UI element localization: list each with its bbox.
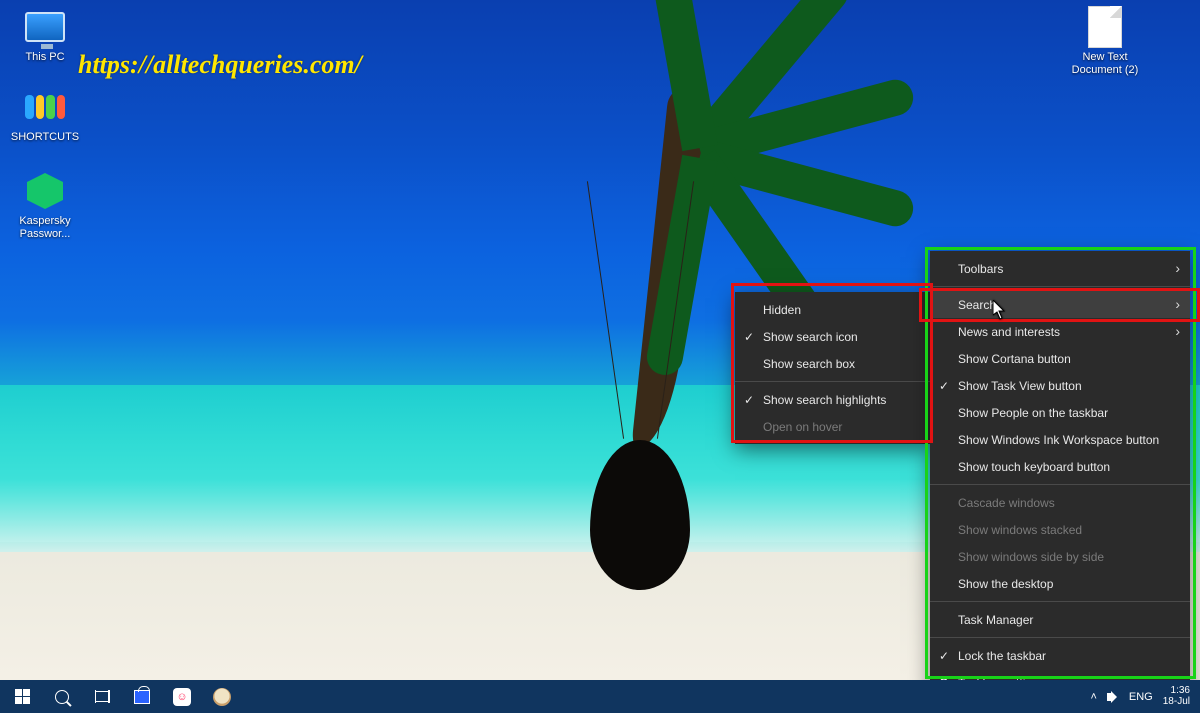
menu-item-label: Show Windows Ink Workspace button [958, 433, 1159, 447]
desktop-icon-label: New Text Document (2) [1060, 51, 1150, 76]
desktop-icon-new-text-document[interactable]: New Text Document (2) [1060, 6, 1150, 76]
clock-date: 18-Jul [1163, 697, 1190, 708]
menu-item-label: Show windows stacked [958, 523, 1082, 537]
menu-item-label: Show search icon [763, 330, 858, 344]
desktop-icon-label: Kaspersky Passwor... [6, 215, 84, 240]
menu-item-search[interactable]: Search [930, 291, 1190, 318]
menu-item-label: News and interests [958, 325, 1060, 339]
menu-item-label: Search [958, 298, 996, 312]
system-tray: ˄ ENG 1:36 18-Jul [1082, 680, 1198, 713]
menu-item-label: Show touch keyboard button [958, 460, 1110, 474]
menu-item-cascade-windows: Cascade windows [930, 489, 1190, 516]
menu-item-label: Hidden [763, 303, 801, 317]
menu-item-label: Show windows side by side [958, 550, 1104, 564]
task-view-icon [95, 691, 110, 702]
watermark-url: https://alltechqueries.com/ [78, 50, 362, 80]
desktop-icon-this-pc[interactable]: This PC [6, 6, 84, 64]
taskbar-app-paint[interactable] [202, 680, 242, 713]
clock[interactable]: 1:36 18-Jul [1163, 686, 1190, 707]
wallpaper-palm-leaves [560, 60, 840, 240]
taskbar-search-button[interactable] [42, 680, 82, 713]
language-indicator[interactable]: ENG [1129, 691, 1153, 703]
desktop-icon-kaspersky[interactable]: Kaspersky Passwor... [6, 170, 84, 240]
menu-item-label: Cascade windows [958, 496, 1055, 510]
submenu-item-show-search-highlights[interactable]: Show search highlights [735, 386, 930, 413]
kaspersky-icon [24, 170, 66, 212]
menu-separator [930, 637, 1190, 638]
menu-item-toolbars[interactable]: Toolbars [930, 255, 1190, 282]
desktop-icon-label: This PC [6, 51, 84, 64]
search-icon [55, 690, 69, 704]
menu-item-label: Task Manager [958, 613, 1033, 627]
desktop[interactable]: https://alltechqueries.com/ This PC SHOR… [0, 0, 1200, 713]
taskbar-app-store[interactable] [122, 680, 162, 713]
menu-item-label: Open on hover [763, 420, 842, 434]
desktop-icon-label: SHORTCUTS [6, 131, 84, 144]
desktop-icon-shortcuts[interactable]: SHORTCUTS [6, 86, 84, 144]
menu-item-label: Show Cortana button [958, 352, 1071, 366]
menu-item-label: Show Task View button [958, 379, 1082, 393]
search-submenu: Hidden Show search icon Show search box … [735, 292, 930, 444]
menu-separator [930, 286, 1190, 287]
app-icon: ☺ [173, 688, 191, 706]
tray-overflow-button[interactable]: ˄ [1090, 691, 1096, 703]
taskbar[interactable]: ☺ ˄ ENG 1:36 18-Jul [0, 680, 1200, 713]
menu-item-label: Show search highlights [763, 393, 886, 407]
menu-item-show-cortana-button[interactable]: Show Cortana button [930, 345, 1190, 372]
menu-separator [930, 601, 1190, 602]
menu-item-label: Show People on the taskbar [958, 406, 1108, 420]
menu-separator [735, 381, 930, 382]
menu-item-label: Show the desktop [958, 577, 1053, 591]
store-icon [134, 690, 150, 704]
submenu-item-show-search-icon[interactable]: Show search icon [735, 323, 930, 350]
menu-item-news-and-interests[interactable]: News and interests [930, 318, 1190, 345]
menu-item-show-ink-workspace[interactable]: Show Windows Ink Workspace button [930, 426, 1190, 453]
menu-item-show-touch-keyboard[interactable]: Show touch keyboard button [930, 453, 1190, 480]
submenu-item-open-on-hover: Open on hover [735, 413, 930, 440]
volume-icon[interactable] [1107, 691, 1119, 703]
menu-item-stacked: Show windows stacked [930, 516, 1190, 543]
taskbar-app-pinned-1[interactable]: ☺ [162, 680, 202, 713]
menu-item-show-task-view-button[interactable]: Show Task View button [930, 372, 1190, 399]
menu-item-label: Toolbars [958, 262, 1003, 276]
wallpaper-swing [580, 430, 700, 600]
clock-time: 1:36 [1171, 686, 1190, 697]
this-pc-icon [24, 6, 66, 48]
paint-icon [213, 688, 231, 706]
menu-item-lock-taskbar[interactable]: Lock the taskbar [930, 642, 1190, 669]
task-view-button[interactable] [82, 680, 122, 713]
menu-item-task-manager[interactable]: Task Manager [930, 606, 1190, 633]
menu-item-show-the-desktop[interactable]: Show the desktop [930, 570, 1190, 597]
taskbar-context-menu: Toolbars Search News and interests Show … [930, 251, 1190, 700]
submenu-item-show-search-box[interactable]: Show search box [735, 350, 930, 377]
menu-separator [930, 484, 1190, 485]
text-file-icon [1084, 6, 1126, 48]
menu-item-show-people[interactable]: Show People on the taskbar [930, 399, 1190, 426]
submenu-item-hidden[interactable]: Hidden [735, 296, 930, 323]
windows-logo-icon [15, 689, 30, 704]
menu-item-side-by-side: Show windows side by side [930, 543, 1190, 570]
menu-item-label: Lock the taskbar [958, 649, 1046, 663]
start-button[interactable] [2, 680, 42, 713]
menu-item-label: Show search box [763, 357, 855, 371]
shortcuts-icon [24, 86, 66, 128]
